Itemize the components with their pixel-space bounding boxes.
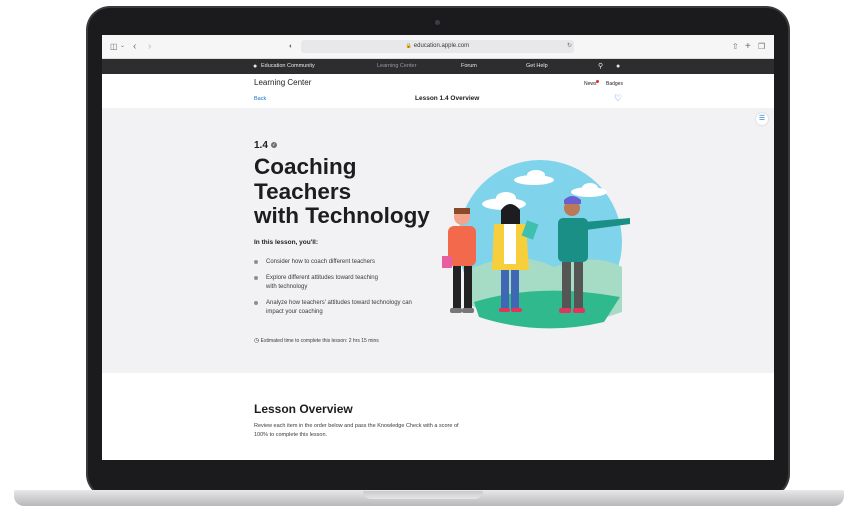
sidebar-toggle-icon[interactable]: ◫ [110,35,118,58]
lesson-subnav: Back Lesson 1.4 Overview ♡ [102,92,774,109]
objective-line: impact your coaching [266,309,323,315]
lesson-title-line: Coaching [254,154,357,179]
objective-item: Consider how to coach different teachers [266,258,375,267]
forward-arrow-icon[interactable]: › [148,35,151,58]
clock-icon: ◷ [254,338,260,344]
laptop-notch [363,491,483,499]
bullet-icon [254,301,258,305]
overview-body: Review each item in the order below and … [254,422,459,440]
lesson-title: Coaching Teachers with Technology [254,154,430,229]
objective-line: Analyze how teachers' attitudes toward t… [266,300,412,306]
apple-logo-icon[interactable]: ● [253,59,257,74]
objective-line: Explore different attitudes toward teach… [266,275,378,281]
news-link[interactable]: News [584,81,597,87]
brand-link[interactable]: Education Community [261,59,315,74]
checkmark-badge-icon: ✓ [270,142,277,149]
laptop-chin [102,460,774,480]
menu-icon[interactable]: ☰ [756,113,768,125]
address-bar[interactable]: 🔒 education.apple.com [301,40,574,53]
estimate-text: Estimated time to complete this lesson: … [260,338,379,344]
news-notification-dot [596,80,599,83]
lock-icon: 🔒 [405,43,413,49]
browser-toolbar: ◫ ⌄ ‹ › ◐ 🔒 education.apple.com ↻ ⇧ + ❐ [102,35,774,59]
back-link[interactable]: Back [254,96,266,102]
objective-line: Consider how to coach different teachers [266,259,375,265]
lesson-title-line: Teachers [254,178,352,204]
subnav-title: Lesson 1.4 Overview [415,95,480,102]
reload-icon[interactable]: ↻ [567,35,572,58]
overview-body-line: 100% to complete this lesson. [254,432,328,438]
back-arrow-icon[interactable]: ‹ [133,35,136,58]
bullet-icon [254,260,258,264]
local-nav-title[interactable]: Learning Center [254,78,311,87]
chevron-down-icon[interactable]: ⌄ [120,35,125,58]
privacy-shield-icon[interactable]: ◐ [289,35,293,58]
lesson-hero: ☰ 1.4 ✓ Coaching Teachers with Technology… [102,108,774,373]
objective-item: Explore different attitudes toward teach… [266,274,378,292]
browser-screen: ◫ ⌄ ‹ › ◐ 🔒 education.apple.com ↻ ⇧ + ❐ … [102,35,774,460]
overview-body-line: Review each item in the order below and … [254,423,459,429]
search-icon[interactable]: ⚲ [598,59,603,74]
url-text: education.apple.com [413,43,470,49]
nav-link-get-help[interactable]: Get Help [526,59,548,74]
heart-icon[interactable]: ♡ [614,93,622,104]
lesson-illustration [442,160,630,329]
new-tab-icon[interactable]: + [745,35,751,58]
objective-item: Analyze how teachers' attitudes toward t… [266,299,412,317]
nav-link-learning-center[interactable]: Learning Center [377,59,416,74]
badges-link[interactable]: Badges [606,81,623,87]
global-nav: ● Education Community Learning Center Fo… [102,59,774,74]
account-icon[interactable]: ● [616,59,620,74]
lesson-number: 1.4 ✓ [254,140,277,151]
lesson-overview-section: Lesson Overview Review each item in the … [102,373,774,460]
objective-line: with technology [266,284,308,290]
local-nav: Learning Center News Badges [102,74,774,93]
tabs-overview-icon[interactable]: ❐ [758,35,765,58]
nav-link-forum[interactable]: Forum [461,59,477,74]
lesson-title-line: with Technology [254,203,430,228]
bullet-icon [254,276,258,280]
lesson-number-text: 1.4 [254,140,268,151]
estimate-row: ◷ Estimated time to complete this lesson… [254,337,379,344]
overview-heading: Lesson Overview [254,402,353,416]
lesson-intro: In this lesson, you'll: [254,239,319,246]
share-icon[interactable]: ⇧ [732,35,739,58]
camera-icon [435,20,440,25]
